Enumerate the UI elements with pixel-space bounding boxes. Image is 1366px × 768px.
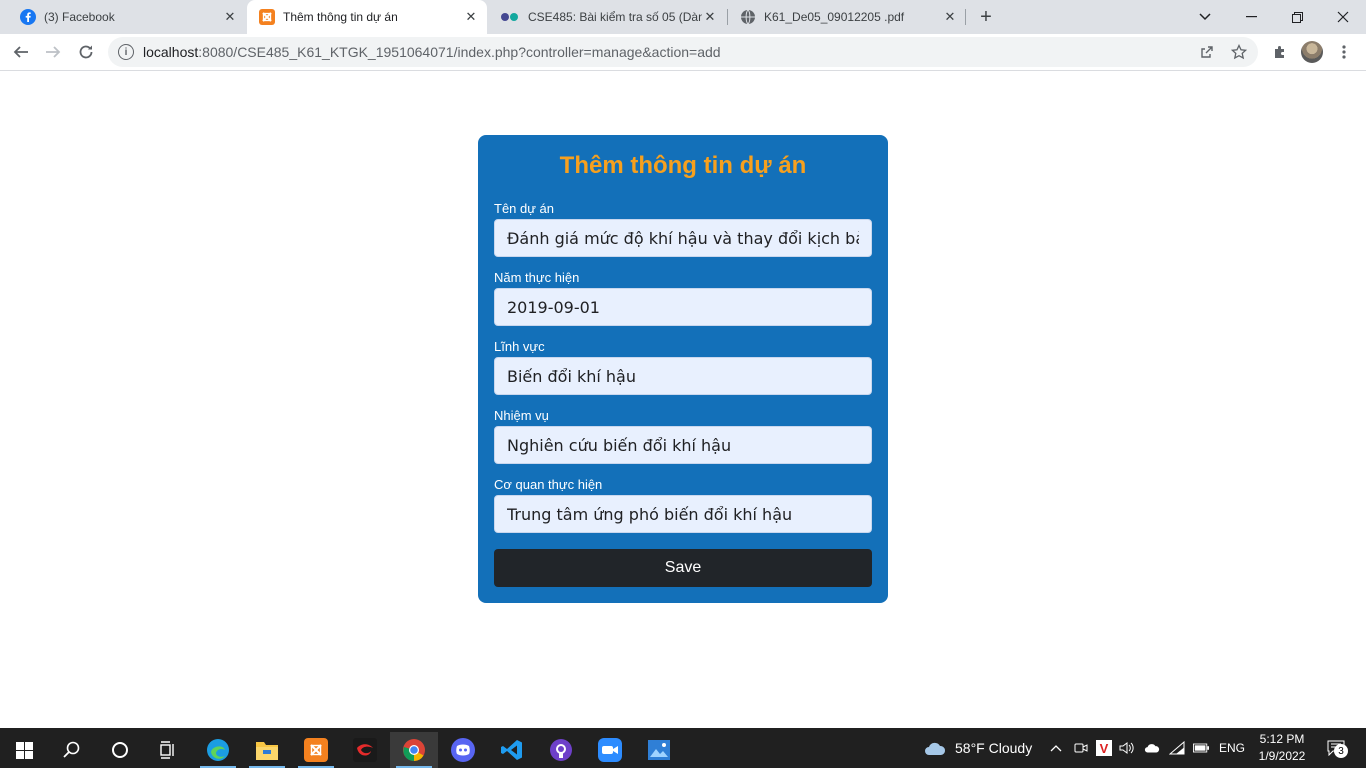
tab-separator (965, 9, 966, 25)
meet-dots-icon (500, 9, 520, 25)
tab-close-icon[interactable]: ✕ (702, 9, 718, 25)
field-area-label: Lĩnh vực (494, 339, 545, 354)
cloud-icon (925, 742, 946, 755)
github-desktop-icon[interactable] (537, 732, 585, 768)
facebook-icon (20, 9, 36, 25)
cortana-icon[interactable] (96, 732, 144, 768)
file-explorer-icon[interactable] (243, 732, 291, 768)
notification-count-badge: 3 (1334, 744, 1348, 758)
onedrive-icon[interactable] (1144, 740, 1160, 756)
close-window-icon[interactable] (1320, 0, 1366, 34)
chrome-icon[interactable] (390, 732, 438, 768)
tab-facebook[interactable]: (3) Facebook ✕ (8, 0, 246, 34)
clock-date: 1/9/2022 (1258, 749, 1306, 763)
edge-icon[interactable] (194, 732, 242, 768)
profile-avatar[interactable] (1301, 41, 1323, 63)
action-center-icon[interactable]: 3 (1326, 738, 1348, 758)
new-tab-icon[interactable]: + (976, 7, 996, 27)
menu-kebab-icon[interactable] (1332, 40, 1356, 64)
tab-pdf[interactable]: K61_De05_09012205 .pdf ✕ (728, 0, 966, 34)
field-area-input[interactable] (494, 357, 872, 395)
tab-close-icon[interactable]: ✕ (222, 9, 238, 25)
site-info-icon[interactable]: i (118, 44, 134, 60)
discord-icon[interactable] (439, 732, 487, 768)
minimize-icon[interactable] (1228, 0, 1274, 34)
bookmark-star-icon[interactable] (1231, 44, 1247, 60)
xampp-icon[interactable] (292, 732, 340, 768)
clock-time: 5:12 PM (1259, 732, 1305, 746)
weather-text: 58°F Cloudy (955, 740, 1033, 756)
clock[interactable]: 5:12 PM 1/9/2022 (1252, 731, 1312, 765)
tab-them-thong-tin[interactable]: Thêm thông tin dự án ✕ (247, 0, 487, 34)
zoom-icon[interactable] (586, 732, 634, 768)
agency-input[interactable] (494, 495, 872, 533)
meet-now-icon[interactable] (1073, 740, 1089, 756)
battery-icon[interactable] (1193, 740, 1209, 756)
share-icon[interactable] (1199, 44, 1215, 60)
search-icon[interactable] (48, 732, 96, 768)
wifi-icon[interactable] (1169, 740, 1185, 756)
address-bar[interactable]: i localhost:8080/CSE485_K61_KTGK_1951064… (108, 37, 1258, 67)
windows-taskbar: 58°F Cloudy V ENG 5:12 PM 1/9/2022 3 (0, 728, 1366, 768)
tab-search-icon[interactable] (1182, 0, 1228, 34)
tab-title: K61_De05_09012205 .pdf (764, 10, 905, 24)
language-indicator[interactable]: ENG (1219, 728, 1245, 768)
url-path: :8080/CSE485_K61_KTGK_1951064071/index.p… (198, 44, 721, 60)
project-name-input[interactable] (494, 219, 872, 257)
reload-icon[interactable] (72, 38, 100, 66)
tab-close-icon[interactable]: ✕ (463, 9, 479, 25)
show-hidden-icons-icon[interactable] (1048, 740, 1064, 756)
task-label: Nhiệm vụ (494, 408, 549, 423)
tab-cse485-quiz[interactable]: CSE485: Bài kiểm tra số 05 (Dành ✕ (488, 0, 726, 34)
back-icon[interactable] (7, 38, 35, 66)
save-button[interactable]: Save (494, 549, 872, 587)
year-label: Năm thực hiện (494, 270, 580, 285)
extensions-icon[interactable] (1268, 40, 1292, 64)
garena-icon[interactable] (341, 732, 389, 768)
weather-widget[interactable]: 58°F Cloudy (924, 728, 1032, 768)
task-input[interactable] (494, 426, 872, 464)
start-windows-icon[interactable] (0, 732, 48, 768)
task-view-icon[interactable] (144, 732, 192, 768)
tab-title: (3) Facebook (44, 10, 115, 24)
restore-icon[interactable] (1274, 0, 1320, 34)
forward-icon[interactable] (39, 38, 67, 66)
project-name-label: Tên dự án (494, 201, 555, 216)
add-project-form: Thêm thông tin dự án Tên dự án Năm thực … (478, 135, 888, 603)
unikey-icon[interactable]: V (1096, 740, 1112, 756)
tab-close-icon[interactable]: ✕ (942, 9, 958, 25)
globe-icon (740, 9, 756, 25)
volume-icon[interactable] (1119, 740, 1135, 756)
year-input[interactable] (494, 288, 872, 326)
browser-toolbar: i localhost:8080/CSE485_K61_KTGK_1951064… (0, 34, 1366, 71)
photos-icon[interactable] (635, 732, 683, 768)
tab-title: Thêm thông tin dự án (283, 10, 398, 24)
xampp-icon (259, 9, 275, 25)
language-text: ENG (1219, 741, 1246, 755)
vscode-icon[interactable] (488, 732, 536, 768)
url-text: localhost:8080/CSE485_K61_KTGK_195106407… (143, 44, 721, 60)
agency-label: Cơ quan thực hiện (494, 477, 603, 492)
tab-title: CSE485: Bài kiểm tra số 05 (Dành (528, 10, 702, 24)
tab-strip: (3) Facebook ✕ Thêm thông tin dự án ✕ CS… (0, 0, 1366, 34)
form-heading: Thêm thông tin dự án (559, 152, 807, 179)
url-host: localhost (143, 44, 199, 60)
page-content: Thêm thông tin dự án Tên dự án Năm thực … (0, 71, 1366, 728)
